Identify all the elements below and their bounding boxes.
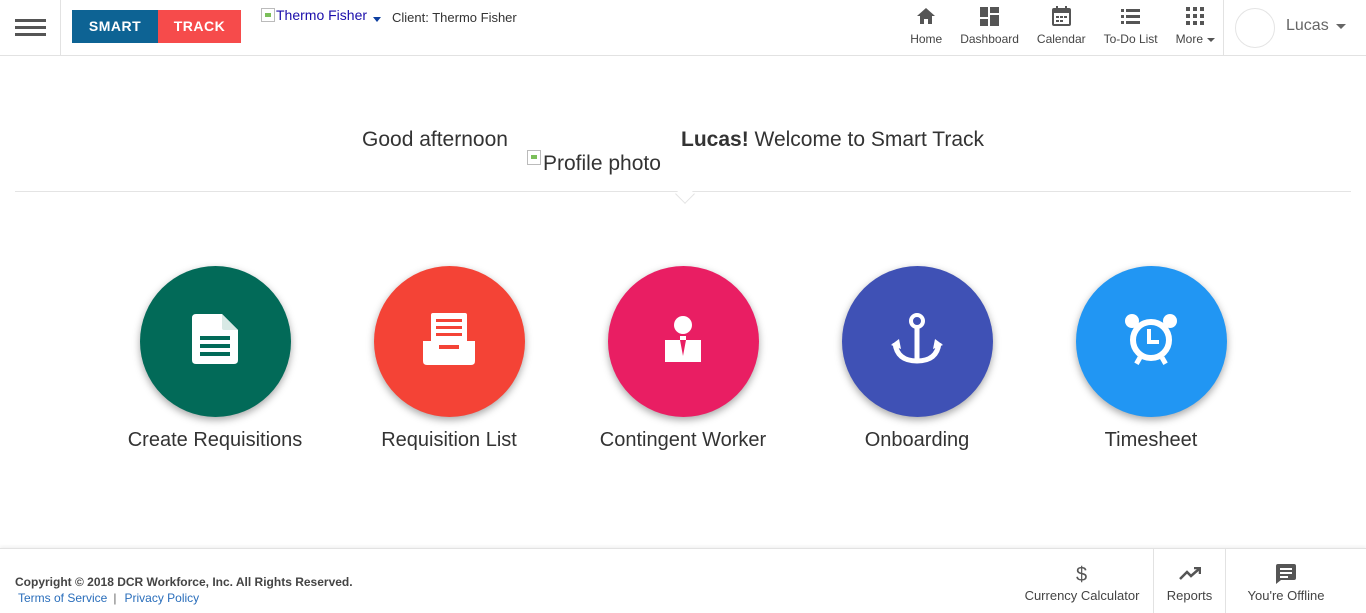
nav-todo-label: To-Do List bbox=[1103, 32, 1158, 46]
hamburger-menu-icon[interactable] bbox=[0, 0, 61, 55]
list-icon bbox=[1121, 5, 1141, 27]
trending-up-icon bbox=[1178, 563, 1201, 585]
tile-circle[interactable] bbox=[841, 266, 993, 417]
avatar[interactable] bbox=[1235, 8, 1275, 48]
tile-circle[interactable] bbox=[1075, 266, 1227, 417]
offline-chat-button[interactable]: You're Offline bbox=[1226, 549, 1346, 613]
tile-circle[interactable] bbox=[139, 266, 291, 417]
nav-calendar[interactable]: Calendar bbox=[1028, 0, 1095, 55]
reports-button[interactable]: Reports bbox=[1154, 549, 1225, 613]
worker-icon bbox=[663, 316, 703, 367]
client-logo-dropdown[interactable]: Thermo Fisher bbox=[261, 7, 382, 23]
svg-text:$: $ bbox=[1076, 564, 1087, 584]
link-separator: | bbox=[113, 591, 117, 605]
footer: Copyright © 2018 DCR Workforce, Inc. All… bbox=[0, 548, 1366, 613]
calendar-icon bbox=[1051, 5, 1071, 27]
offline-label: You're Offline bbox=[1247, 588, 1325, 603]
dashboard-icon bbox=[980, 5, 1000, 27]
nav-more-label-wrap: More bbox=[1176, 32, 1215, 46]
greeting-welcome-text: Welcome to Smart Track bbox=[748, 128, 985, 151]
tile-timesheet[interactable]: Timesheet bbox=[1034, 266, 1268, 452]
tile-circle[interactable] bbox=[607, 266, 759, 417]
caret-down-icon bbox=[1207, 37, 1215, 42]
apps-grid-icon bbox=[1186, 5, 1205, 27]
tile-requisition-list[interactable]: Requisition List bbox=[332, 266, 566, 452]
nav-more[interactable]: More bbox=[1167, 0, 1224, 55]
tile-circle[interactable] bbox=[373, 266, 525, 417]
greeting-message: Lucas! Welcome to Smart Track bbox=[681, 128, 984, 152]
main-nav: Home Dashboard Calendar To-Do List More bbox=[901, 0, 1224, 55]
nav-home-label: Home bbox=[910, 32, 943, 46]
user-menu[interactable]: Lucas bbox=[1286, 17, 1346, 35]
terms-of-service-link[interactable]: Terms of Service bbox=[18, 591, 107, 605]
document-icon bbox=[192, 314, 238, 369]
tile-contingent-worker[interactable]: Contingent Worker bbox=[566, 266, 800, 452]
broken-image-icon bbox=[527, 149, 541, 165]
tile-label: Contingent Worker bbox=[599, 429, 767, 451]
tile-create-requisitions[interactable]: Create Requisitions bbox=[98, 266, 332, 452]
profile-photo-alt-text: Profile photo bbox=[543, 152, 661, 175]
tile-label: Onboarding bbox=[864, 429, 970, 451]
caret-down-icon bbox=[1335, 23, 1346, 29]
broken-image-icon bbox=[261, 8, 275, 22]
chat-icon bbox=[1276, 563, 1296, 585]
copyright-text: Copyright © 2018 DCR Workforce, Inc. All… bbox=[15, 575, 353, 589]
reports-label: Reports bbox=[1166, 588, 1213, 603]
divider-notch bbox=[675, 184, 695, 204]
tile-label: Create Requisitions bbox=[127, 429, 303, 451]
nav-dashboard-label: Dashboard bbox=[960, 32, 1019, 46]
smart-track-logo[interactable]: SMART TRACK bbox=[72, 10, 241, 43]
greeting-prefix: Good afternoon bbox=[362, 128, 508, 151]
privacy-policy-link[interactable]: Privacy Policy bbox=[124, 591, 199, 605]
footer-links: Terms of Service | Privacy Policy bbox=[18, 591, 199, 605]
nav-calendar-label: Calendar bbox=[1036, 32, 1086, 46]
nav-home[interactable]: Home bbox=[901, 0, 951, 55]
logo-smart-text: SMART bbox=[72, 10, 158, 43]
greeting-user-name: Lucas! bbox=[681, 128, 749, 151]
tile-label: Requisition List bbox=[381, 429, 517, 451]
alarm-clock-icon bbox=[1124, 313, 1178, 370]
dollar-icon: $ bbox=[1076, 563, 1089, 585]
tile-onboarding[interactable]: Onboarding bbox=[800, 266, 1034, 452]
currency-calculator-button[interactable]: $ Currency Calculator bbox=[1018, 549, 1146, 613]
nav-divider bbox=[1223, 0, 1224, 55]
tile-label: Timesheet bbox=[1104, 429, 1198, 451]
nav-more-label: More bbox=[1175, 32, 1203, 46]
profile-photo: Profile photo bbox=[527, 149, 661, 176]
anchor-icon bbox=[891, 313, 943, 370]
top-navigation-bar: SMART TRACK Thermo Fisher Client: Thermo… bbox=[0, 0, 1366, 56]
logo-track-text: TRACK bbox=[158, 10, 241, 43]
nav-todo-list[interactable]: To-Do List bbox=[1095, 0, 1167, 55]
currency-calculator-label: Currency Calculator bbox=[1024, 588, 1140, 603]
client-logo-alt-text: Thermo Fisher bbox=[276, 7, 368, 23]
nav-dashboard[interactable]: Dashboard bbox=[951, 0, 1028, 55]
client-label: Client: Thermo Fisher bbox=[392, 10, 517, 25]
user-name-label: Lucas bbox=[1286, 17, 1329, 34]
caret-down-icon bbox=[373, 17, 382, 22]
home-icon bbox=[916, 5, 936, 27]
file-drawer-icon bbox=[423, 313, 475, 370]
